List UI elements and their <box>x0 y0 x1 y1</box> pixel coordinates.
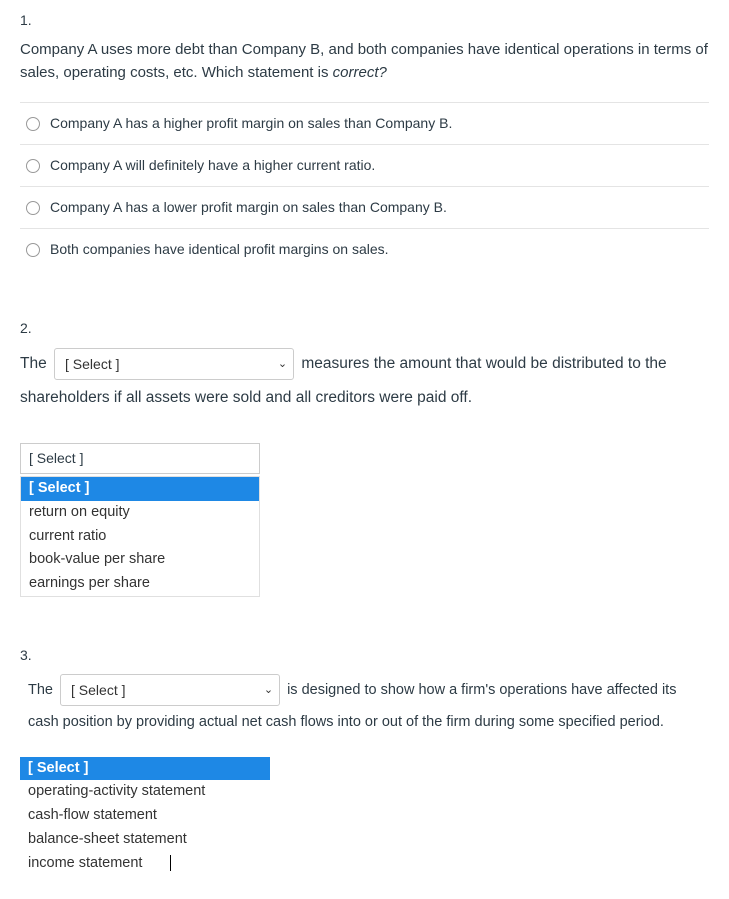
dropdown-item[interactable]: return on equity <box>21 501 259 525</box>
question-text-emphasis: correct? <box>333 64 387 81</box>
dropdown-item[interactable]: balance-sheet statement <box>20 828 270 852</box>
dropdown-item[interactable]: income statement <box>20 852 270 876</box>
radio-icon[interactable] <box>26 201 40 215</box>
question-number: 1. <box>20 10 709 31</box>
fill-in-sentence: The [ Select ] ⌄ measures the amount tha… <box>20 347 709 415</box>
chevron-down-icon: ⌄ <box>278 352 287 376</box>
sentence-pre: The <box>28 682 53 698</box>
dropdown-item[interactable]: current ratio <box>21 525 259 549</box>
dropdown-item[interactable]: book-value per share <box>21 548 259 572</box>
option-label: Both companies have identical profit mar… <box>50 239 389 260</box>
select-value: [ Select ] <box>65 349 119 380</box>
fill-in-sentence: The [ Select ] ⌄ is designed to show how… <box>20 674 709 739</box>
sentence-post-b: cash position by providing actual net ca… <box>28 714 664 730</box>
option-label: Company A will definitely have a higher … <box>50 155 375 176</box>
dropdown-item[interactable]: [ Select ] <box>21 477 259 501</box>
radio-icon[interactable] <box>26 243 40 257</box>
option-row[interactable]: Company A will definitely have a higher … <box>20 145 709 187</box>
dropdown-item[interactable]: earnings per share <box>21 572 259 596</box>
dropdown-item[interactable]: [ Select ] <box>20 757 270 781</box>
sentence-post-a: measures the amount that would be distri… <box>301 355 666 372</box>
option-label: Company A has a lower profit margin on s… <box>50 197 447 218</box>
question-3: 3. The [ Select ] ⌄ is designed to show … <box>20 645 709 875</box>
option-list: Company A has a higher profit margin on … <box>20 102 709 270</box>
dropdown-list: [ Select ] operating-activity statement … <box>20 757 270 876</box>
question-number: 3. <box>20 645 709 666</box>
select-dropdown[interactable]: [ Select ] ⌄ <box>60 674 280 706</box>
sentence-post-b: shareholders if all assets were sold and… <box>20 389 472 406</box>
question-1: 1. Company A uses more debt than Company… <box>20 10 709 270</box>
radio-icon[interactable] <box>26 117 40 131</box>
dropdown-item[interactable]: operating-activity statement <box>20 780 270 804</box>
question-text: Company A uses more debt than Company B,… <box>20 39 709 84</box>
sentence-pre: The <box>20 355 47 372</box>
option-row[interactable]: Both companies have identical profit mar… <box>20 229 709 270</box>
option-row[interactable]: Company A has a higher profit margin on … <box>20 103 709 145</box>
option-row[interactable]: Company A has a lower profit margin on s… <box>20 187 709 229</box>
radio-icon[interactable] <box>26 159 40 173</box>
dropdown-list: [ Select ] return on equity current rati… <box>20 476 260 597</box>
option-label: Company A has a higher profit margin on … <box>50 113 452 134</box>
dropdown-panel: [ Select ] [ Select ] return on equity c… <box>20 443 260 597</box>
dropdown-header[interactable]: [ Select ] <box>20 443 260 474</box>
dropdown-panel: [ Select ] operating-activity statement … <box>20 757 270 876</box>
sentence-post-a: is designed to show how a firm's operati… <box>287 682 676 698</box>
chevron-down-icon: ⌄ <box>264 678 273 702</box>
dropdown-item[interactable]: cash-flow statement <box>20 804 270 828</box>
question-2: 2. The [ Select ] ⌄ measures the amount … <box>20 318 709 597</box>
select-dropdown[interactable]: [ Select ] ⌄ <box>54 348 294 380</box>
text-cursor <box>170 855 171 871</box>
dropdown-item-label: income statement <box>28 853 142 875</box>
select-value: [ Select ] <box>71 675 125 706</box>
question-number: 2. <box>20 318 709 339</box>
